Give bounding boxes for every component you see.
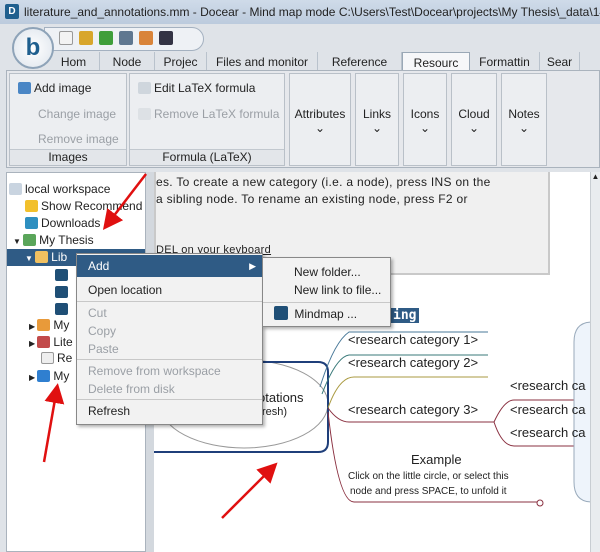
lock-icon[interactable] — [79, 31, 93, 45]
add-image-icon — [18, 82, 31, 94]
tab-reference[interactable]: Reference — [318, 52, 402, 72]
docear-app-icon: D — [5, 4, 19, 19]
save-as-icon[interactable] — [159, 31, 173, 45]
node-category-3[interactable]: <research category 3> — [348, 402, 478, 417]
menu-item-new-folder[interactable]: New folder... — [263, 263, 390, 281]
menu-item-delete-from-disk[interactable]: Delete from disk — [77, 380, 262, 398]
context-menu: Add ▶ Open location Cut Copy Paste Remove… — [76, 253, 263, 425]
submenu-arrow-icon: ▶ — [249, 261, 256, 271]
expand-arrow-icon[interactable]: ▼ — [13, 237, 23, 246]
attributes-dropdown[interactable]: Attributes ⌄ — [289, 73, 351, 166]
tree-item-local-workspace[interactable]: local workspace — [9, 181, 145, 198]
scroll-up-icon[interactable]: ▲ — [591, 172, 600, 181]
menu-item-mindmap[interactable]: Mindmap ... — [263, 305, 390, 323]
downloads-icon — [25, 217, 38, 229]
bibtex-icon — [41, 352, 54, 364]
chevron-down-icon: ⌄ — [518, 121, 530, 135]
menu-item-cut[interactable]: Cut — [77, 304, 262, 322]
tab-project[interactable]: Projec — [155, 52, 207, 72]
root-node-sublabel: resh) — [262, 406, 288, 418]
project-icon — [23, 234, 37, 246]
cloud-dropdown[interactable]: Cloud ⌄ — [451, 73, 497, 166]
menu-item-open-location[interactable]: Open location — [77, 281, 262, 299]
edit-latex-button[interactable]: Edit LaTeX formula — [138, 81, 255, 95]
example-title[interactable]: Example — [411, 452, 462, 467]
tab-home[interactable]: Hom — [48, 52, 100, 72]
workspace-icon — [9, 183, 22, 195]
chevron-down-icon: ⌄ — [371, 121, 383, 135]
example-text: node and press SPACE, to unfold it — [350, 486, 507, 497]
tab-files-and-monitor[interactable]: Files and monitor — [207, 52, 318, 72]
formula-group: Edit LaTeX formula Remove LaTeX formula … — [129, 73, 285, 166]
expand-arrow-icon[interactable]: ▼ — [25, 254, 35, 263]
fold-circle — [536, 499, 544, 507]
icons-dropdown[interactable]: Icons ⌄ — [403, 73, 447, 166]
example-text: Click on the little circle, or select th… — [348, 471, 509, 482]
images-group: Add image Change image Remove image Imag… — [9, 73, 127, 166]
menu-item-refresh[interactable]: Refresh — [77, 402, 262, 420]
save-icon[interactable] — [119, 31, 133, 45]
formula-group-label: Formula (LaTeX) — [130, 149, 284, 165]
tree-item-my-thesis[interactable]: ▼ My Thesis — [13, 232, 145, 249]
menu-item-new-link-to-file[interactable]: New link to file... — [263, 281, 390, 299]
expand-arrow-icon[interactable]: ▶ — [29, 373, 37, 382]
node-subcategory[interactable]: <research ca — [510, 425, 586, 440]
menu-item-remove-from-workspace[interactable]: Remove from workspace — [77, 362, 262, 380]
mindmap-icon — [274, 306, 288, 320]
new-mindmap-icon[interactable] — [59, 31, 73, 45]
tree-item-downloads[interactable]: Downloads — [25, 215, 145, 232]
selected-node[interactable]: ing — [390, 308, 420, 323]
title-bar: literature_and_annotations.mm - Docear -… — [0, 0, 600, 24]
node-category-2[interactable]: <research category 2> — [348, 355, 478, 370]
save-all-icon[interactable] — [139, 31, 153, 45]
menu-item-add[interactable]: Add ▶ — [77, 255, 262, 277]
tab-node[interactable]: Node — [100, 52, 155, 72]
tab-search[interactable]: Sear — [540, 52, 580, 72]
ribbon-panel: Add image Change image Remove image Imag… — [6, 70, 600, 168]
vertical-scrollbar[interactable]: ▲ — [590, 172, 600, 552]
notes-dropdown[interactable]: Notes ⌄ — [501, 73, 547, 166]
ribbon-tabs: Hom Node Projec Files and monitor Refere… — [0, 52, 600, 73]
latex-icon — [138, 82, 151, 94]
tab-formatting[interactable]: Formattin — [470, 52, 540, 72]
mindmap-icon — [55, 286, 68, 298]
menu-item-copy[interactable]: Copy — [77, 322, 262, 340]
quick-access-toolbar — [44, 27, 204, 51]
chevron-down-icon: ⌄ — [468, 121, 480, 135]
links-dropdown[interactable]: Links ⌄ — [355, 73, 399, 166]
application-menu-button[interactable]: b — [12, 27, 54, 69]
open-icon[interactable] — [99, 31, 113, 45]
images-group-label: Images — [10, 149, 126, 165]
node-subcategory[interactable]: <research ca — [510, 402, 586, 417]
chevron-down-icon: ⌄ — [419, 121, 431, 135]
remove-latex-icon — [138, 108, 151, 120]
window-title: literature_and_annotations.mm - Docear -… — [24, 5, 600, 19]
expand-arrow-icon[interactable]: ▶ — [29, 339, 37, 348]
tree-item-show-recommendations[interactable]: Show Recommend — [25, 198, 145, 215]
add-submenu: New folder... New link to file... Mindma… — [262, 257, 391, 327]
remove-image-button[interactable]: Remove image — [38, 132, 119, 146]
mindmap-icon — [55, 269, 68, 281]
root-node-label[interactable]: otations — [258, 390, 304, 405]
folder-icon — [37, 370, 51, 382]
menu-item-paste[interactable]: Paste — [77, 340, 262, 358]
expand-arrow-icon[interactable]: ▶ — [29, 322, 37, 331]
change-image-button[interactable]: Change image — [38, 107, 116, 121]
remove-latex-button[interactable]: Remove LaTeX formula — [138, 107, 279, 121]
chevron-down-icon: ⌄ — [314, 121, 326, 135]
star-icon — [25, 200, 38, 212]
mindmap-icon — [55, 303, 68, 315]
node-subcategory[interactable]: <research ca — [510, 378, 586, 393]
library-folder-icon — [35, 251, 49, 263]
folder-icon — [37, 319, 51, 331]
node-category-1[interactable]: <research category 1> — [348, 332, 478, 347]
books-icon — [37, 336, 51, 348]
add-image-button[interactable]: Add image — [18, 81, 91, 95]
